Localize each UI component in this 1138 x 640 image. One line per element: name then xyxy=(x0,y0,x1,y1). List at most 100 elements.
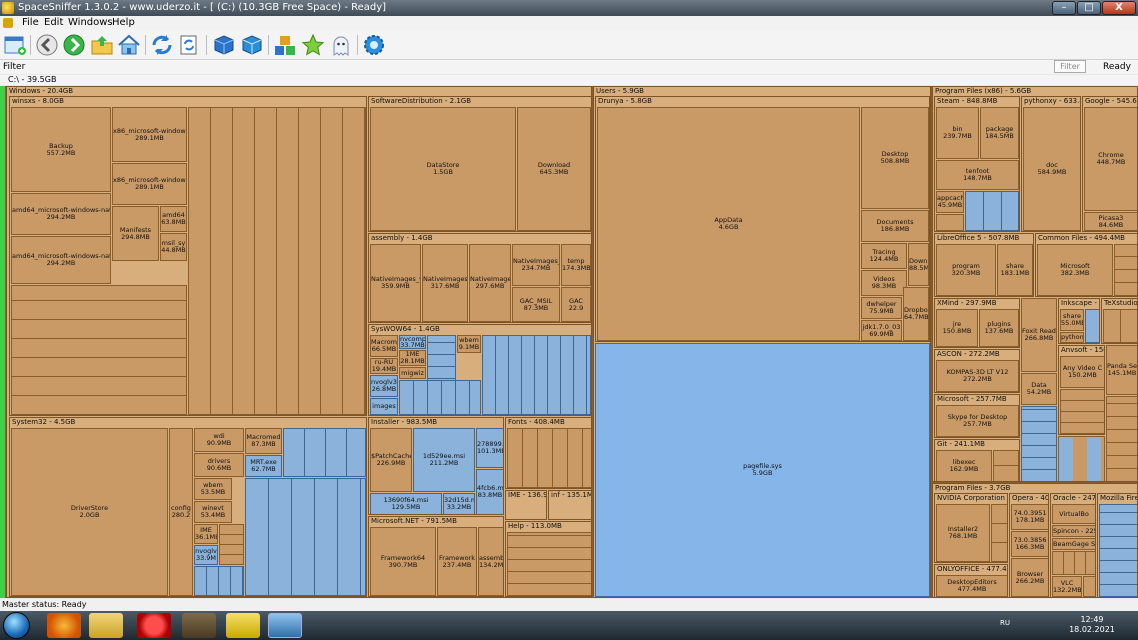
tile-ru-ru[interactable]: ru-RU 19.4MB xyxy=(370,358,398,374)
tiles-system32-blue-2[interactable] xyxy=(245,478,366,596)
tiles-system32-blue-3[interactable] xyxy=(283,428,366,477)
tiles-syswow-blue-2[interactable] xyxy=(482,335,591,415)
tile-share[interactable]: share 183.1MB xyxy=(997,244,1033,296)
tiles-mozilla[interactable] xyxy=(1099,504,1137,597)
group-help[interactable]: Help - 113.0MB xyxy=(505,521,591,597)
tile-msi-4fcb6[interactable]: 4fcb6.m 83.8MB xyxy=(476,469,503,514)
tile-assemb[interactable]: assemb134.2MB xyxy=(478,527,503,596)
group-installer[interactable]: Installer - 983.5MB $PatchCache 226.9MB 1… xyxy=(368,417,504,515)
tile-gac[interactable]: GAC 22.9 xyxy=(561,287,591,322)
tile-bin-steam[interactable]: bin 239.7MB xyxy=(936,107,979,159)
tags-icon[interactable] xyxy=(273,33,297,57)
group-syswow64[interactable]: SysWOW64 - 1.4GB Macromed66.5MB nvcomp33… xyxy=(368,324,591,416)
menu-edit[interactable]: Edit xyxy=(44,16,63,30)
group-oracle[interactable]: Oracle - 247.2 VirtualBo Spincon - 225.8… xyxy=(1050,493,1096,597)
tile-desktop[interactable]: Desktop 508.8MB xyxy=(861,107,929,209)
group-xmind[interactable]: XMind - 297.9MB jre 150.8MB plugins 137.6M… xyxy=(934,298,1020,348)
tile-x86-na-2[interactable]: x86_microsoft-windows-na289.1MB xyxy=(112,163,187,205)
home-icon[interactable] xyxy=(117,33,141,57)
tile-any-video[interactable]: Any Video C 150.2MB xyxy=(1060,356,1104,388)
tile-opera-74[interactable]: 74.0.3951 178.1MB xyxy=(1011,504,1048,530)
tray-language[interactable]: RU xyxy=(1000,619,1010,627)
tile-virtualbox[interactable]: VirtualBo xyxy=(1052,504,1095,524)
tile-picasa[interactable]: Picasa3 84.6MB xyxy=(1084,212,1137,231)
group-pythonxy[interactable]: pythonxy - 633.4MB doc584.9MB xyxy=(1021,96,1081,232)
tile-x86-na[interactable]: x86_microsoft-windows-na289.1MB xyxy=(112,107,187,162)
taskbar-app-icon[interactable] xyxy=(182,613,216,638)
tile-driverstore[interactable]: DriverStore 2.0GB xyxy=(11,428,168,596)
group-program-files[interactable]: Program Files - 3.7GB NVIDIA Corporation… xyxy=(932,483,1138,598)
tile-plugins[interactable]: plugins 137.6MB xyxy=(979,309,1019,347)
group-mozilla[interactable]: Mozilla Firefo xyxy=(1097,493,1137,597)
tile-spincon[interactable]: Spincon - 225.8 xyxy=(1052,525,1095,537)
tiles-winsxs-small[interactable] xyxy=(188,107,366,415)
tile-panda[interactable]: Panda Securi145.1MB xyxy=(1106,345,1137,395)
close-button[interactable]: X xyxy=(1102,1,1136,15)
tile-macromed[interactable]: Macromed66.5MB xyxy=(370,335,398,357)
group-google[interactable]: Google - 545.6MB Chrome448.7MB Picasa384… xyxy=(1082,96,1137,232)
group-softwaredistribution[interactable]: SoftwareDistribution - 2.1GB DataStore 1.… xyxy=(368,96,591,232)
tile-documents[interactable]: Documents 186.8MB xyxy=(861,210,929,242)
forward-icon[interactable] xyxy=(62,33,86,57)
tile-vlc[interactable]: VLC 132.2MB xyxy=(1052,576,1082,597)
tile-tracing[interactable]: Tracing 124.4MB xyxy=(861,243,907,269)
tiles-git-small[interactable] xyxy=(993,450,1019,481)
new-view-icon[interactable] xyxy=(3,33,27,57)
tile-inkscape-blue[interactable] xyxy=(1085,309,1099,343)
taskbar-explorer-icon[interactable] xyxy=(89,613,123,638)
tiles-pfx86-blue[interactable] xyxy=(1021,406,1057,481)
tile-ime-system32[interactable]: IME36.1MB xyxy=(194,524,218,544)
tile-mrt-exe[interactable]: MRT.exe 62.7MB xyxy=(245,455,282,477)
tile-doc[interactable]: doc 584.9MB xyxy=(1023,107,1080,231)
tiles-system32-blue-1[interactable] xyxy=(194,566,244,596)
tile-config[interactable]: config 280.2 xyxy=(169,428,193,596)
taskbar-spacesniffer-icon[interactable] xyxy=(268,613,302,638)
tile-download-user[interactable]: Download88.5M xyxy=(908,243,929,286)
tile-wdi[interactable]: wdi 90.9MB xyxy=(194,428,244,452)
group-winsxs[interactable]: winsxs - 8.0GB Backup 557.2MB x86_microso… xyxy=(9,96,367,416)
tile-browser[interactable]: Browser 266.2MB xyxy=(1011,558,1048,597)
tile-beamgage[interactable]: BeamGage Sta xyxy=(1052,538,1095,550)
clock[interactable]: 12:49 18.02.2021 xyxy=(1062,615,1122,635)
tiles-steam-blue[interactable] xyxy=(965,191,1019,231)
treemap[interactable]: Windows - 20.4GB winsxs - 8.0GB Backup 55… xyxy=(0,86,1138,598)
tile-microsoft-common[interactable]: Microsoft 382.3MB xyxy=(1037,244,1113,296)
tile-amd64-small[interactable]: amd64 63.8MB xyxy=(160,206,187,232)
tiles-syswow-blue-3[interactable] xyxy=(399,380,481,415)
group-system32[interactable]: System32 - 4.5GB DriverStore 2.0GB config… xyxy=(9,417,367,597)
tile-ime[interactable]: 1ME 28.1MB xyxy=(399,350,426,366)
tile-drivers[interactable]: drivers 90.6MB xyxy=(194,453,244,477)
tile-config-steam[interactable] xyxy=(936,214,964,231)
back-icon[interactable] xyxy=(35,33,59,57)
tile-datastore[interactable]: DataStore 1.5GB xyxy=(370,107,516,231)
group-texstudio[interactable]: TeXstudio - 1 xyxy=(1101,298,1137,344)
tile-pagefile-sys[interactable]: pagefile.sys 5.9GB xyxy=(595,343,930,597)
group-onlyoffice[interactable]: ONLYOFFICE - 477.4MB DesktopEditors477.4… xyxy=(934,564,1008,597)
group-microsoft-skype[interactable]: Microsoft - 257.7MB Skype for Desktop 257… xyxy=(934,394,1020,438)
tile-msi-32d15d[interactable]: 32d15d.msi33.2MB xyxy=(443,493,475,514)
zoom-out-icon[interactable] xyxy=(240,33,264,57)
tile-amd64-natur-2[interactable]: amd64_microsoft-windows-natur 294.2MB xyxy=(11,236,111,284)
tiles-fonts[interactable] xyxy=(507,428,591,488)
zoom-in-icon[interactable] xyxy=(212,33,236,57)
group-ime[interactable]: IME - 136.9MB xyxy=(505,490,547,520)
tile-nativeimages-3[interactable]: NativeImages297.6MB xyxy=(469,244,511,322)
tile-winevt[interactable]: winevt 53.4MB xyxy=(194,501,232,523)
refresh-icon[interactable] xyxy=(150,33,174,57)
menu-windows[interactable]: Windows xyxy=(68,16,113,30)
tile-skype[interactable]: Skype for Desktop 257.7MB xyxy=(936,405,1019,437)
tile-msi-1d529ee[interactable]: 1d529ee.msi 211.2MB xyxy=(413,428,475,492)
tile-migwiz[interactable]: migwiz xyxy=(399,367,426,379)
tile-python[interactable]: python xyxy=(1060,332,1084,343)
tiles-winsxs-rows[interactable] xyxy=(11,285,187,415)
tile-nvcompi[interactable]: nvcomp 33.7MB xyxy=(399,335,426,349)
refresh-folder-icon[interactable] xyxy=(177,33,201,57)
tile-installer2[interactable]: Installer2 768.1MB xyxy=(936,504,990,562)
tile-jdk[interactable]: jdk1.7.0_03 69.9MB xyxy=(861,320,902,341)
tile-nvoglv32[interactable]: nvoglv3226.8MB xyxy=(370,375,398,397)
group-inf[interactable]: inf - 135.1MB xyxy=(548,490,591,520)
tile-program[interactable]: program 320.3MB xyxy=(936,244,996,296)
settings-icon[interactable] xyxy=(362,33,386,57)
tiles-common-small[interactable] xyxy=(1114,244,1137,296)
menu-help[interactable]: Help xyxy=(112,16,135,30)
